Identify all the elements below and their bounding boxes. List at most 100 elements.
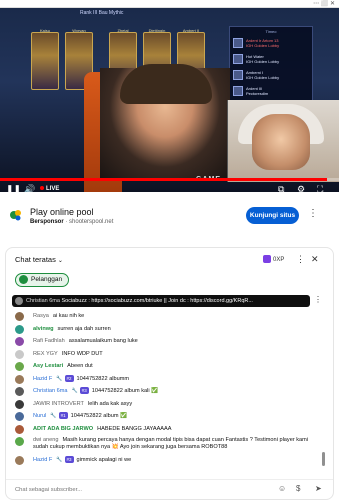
progress-bar[interactable] bbox=[0, 178, 339, 181]
pinned-message[interactable]: Christian 6ma Sociabuzz : https://sociab… bbox=[12, 295, 310, 307]
chat-author[interactable]: alvinwg bbox=[33, 326, 54, 332]
hero-card bbox=[31, 32, 59, 90]
chat-text: ai kau nih ke bbox=[52, 313, 85, 319]
more-options-icon[interactable]: ⋮ bbox=[296, 254, 305, 265]
chat-author[interactable]: Hazid F bbox=[33, 376, 52, 382]
avatar bbox=[15, 387, 24, 396]
video-player[interactable]: Rank III Bau Mythic Kaisu Wyryan Zhetal … bbox=[0, 8, 339, 192]
xp-icon bbox=[263, 255, 271, 264]
chevron-down-icon: ⌄ bbox=[57, 258, 63, 264]
player-avatar bbox=[233, 38, 243, 48]
avatar bbox=[15, 412, 24, 421]
avatar bbox=[15, 362, 24, 371]
chat-author[interactable]: REX YGY bbox=[33, 351, 58, 357]
window-controls[interactable]: ⋯ ⬜ ✕ bbox=[313, 0, 335, 7]
more-options-icon[interactable]: ⋮ bbox=[308, 208, 318, 219]
chat-author[interactable]: Nurul bbox=[33, 413, 46, 419]
chat-text: gimmick apalagi ni we bbox=[76, 457, 132, 463]
chat-author[interactable]: Hazid F bbox=[33, 457, 52, 463]
chat-message[interactable]: dwi aneng Masih kurang percaya hanya deng… bbox=[6, 435, 318, 454]
avatar bbox=[15, 337, 24, 346]
sponsored-ad[interactable]: Play online pool Bersponsor · shooterspo… bbox=[0, 199, 339, 239]
fullscreen-icon[interactable]: ⛶ bbox=[317, 182, 323, 192]
game-header: Rank III Bau Mythic bbox=[80, 10, 124, 16]
avatar bbox=[15, 349, 24, 359]
chat-message[interactable]: Hazid F 🔧 #2 1044752822 albumm bbox=[6, 373, 318, 386]
panel-row: Hot Water IGH Golden Lobby bbox=[233, 52, 309, 66]
chat-message[interactable]: Christian 6ma 🔧 #3 1044752822 album kali ✅ bbox=[6, 385, 318, 398]
send-icon[interactable]: ➤ bbox=[315, 484, 322, 493]
chat-message[interactable]: REX YGY INFO WDP DUT bbox=[6, 348, 318, 361]
chat-message[interactable]: Hazid F 🔧 #3 gimmick apalagi ni we bbox=[6, 454, 318, 467]
moderator-wrench-icon: 🔧 bbox=[56, 375, 63, 382]
avatar bbox=[15, 324, 24, 334]
moderator-wrench-icon: 🔧 bbox=[50, 413, 57, 419]
emoji-icon[interactable]: ☺ bbox=[278, 484, 286, 493]
avatar bbox=[15, 296, 23, 305]
chat-author[interactable]: Asy Lestari bbox=[33, 363, 63, 369]
super-chat-icon[interactable]: $ bbox=[296, 484, 300, 493]
chat-author[interactable]: ADIT ADA BIG JARWO bbox=[33, 426, 93, 432]
settings-icon[interactable]: ⚙ bbox=[297, 182, 305, 192]
chat-message[interactable]: alvinwg surren aja dah surren bbox=[6, 323, 318, 336]
live-indicator[interactable]: LIVE bbox=[40, 182, 59, 192]
moderator-wrench-icon: 🔧 bbox=[56, 457, 63, 463]
volume-icon[interactable]: 🔊 bbox=[24, 182, 35, 192]
chat-text: assalamualaikum bang luke bbox=[68, 338, 138, 344]
rank-badge: #1 bbox=[58, 412, 68, 420]
chat-text: Masih kurang percaya hanya dengan modal … bbox=[33, 437, 309, 450]
avatar bbox=[15, 374, 24, 384]
chat-message[interactable]: ADIT ADA BIG JARWO HABEDE BANGG JAYAAAAA bbox=[6, 423, 318, 436]
panel-row: Ardent Ir Artom 13 IGH Golden Lobby bbox=[233, 36, 309, 50]
live-chat: Chat teratas ⌄ 0XP ⋮ ✕ Pelanggan Christia… bbox=[5, 247, 334, 500]
visit-site-button[interactable]: Kunjungi situs bbox=[246, 207, 299, 224]
progress-fill bbox=[0, 178, 328, 181]
avatar bbox=[15, 424, 24, 434]
chat-author[interactable]: Rafi Fadhlah bbox=[33, 338, 65, 344]
chat-text: Abeen dut bbox=[67, 363, 93, 369]
streamer-hair bbox=[120, 64, 212, 104]
chat-message[interactable]: JAWIR INTROVERT lelih ada kak asyy bbox=[6, 398, 318, 411]
chat-author[interactable]: JAWIR INTROVERT bbox=[33, 401, 84, 407]
panel-row: Amberni I IGH Golden Lobby bbox=[233, 68, 309, 82]
chat-text: INFO WDP DUT bbox=[61, 350, 103, 357]
panel-row: Ardent III Pectoresdim bbox=[233, 84, 309, 98]
pinned-text: Sociabuzz : https://sociabuzz.com/btriuk… bbox=[61, 298, 253, 304]
avatar bbox=[15, 437, 24, 446]
chat-message[interactable]: Nurul 🔧 #1 1044752822 album ✅ bbox=[6, 410, 318, 423]
chat-author[interactable]: Rasya bbox=[33, 313, 49, 319]
browser-topbar: ⋯ ⬜ ✕ bbox=[0, 0, 339, 8]
chat-message[interactable]: Asy Lestari Abeen dut bbox=[6, 360, 318, 373]
subtitles-icon[interactable]: ⧉ bbox=[278, 182, 284, 192]
chat-mode-dropdown[interactable]: Chat teratas ⌄ bbox=[15, 255, 63, 264]
avatar bbox=[15, 312, 24, 321]
rank-badge: #3 bbox=[79, 387, 89, 395]
panel-row-text: Ardent III Pectoresdim bbox=[246, 86, 269, 96]
moderator-wrench-icon: 🔧 bbox=[71, 388, 78, 394]
members-icon bbox=[19, 274, 28, 284]
game-side-panel: Timeo Ardent Ir Artom 13 IGH Golden Lobby… bbox=[229, 26, 313, 112]
player-avatar bbox=[233, 54, 243, 64]
xp-badge[interactable]: 0XP bbox=[261, 254, 286, 266]
rank-badge: #2 bbox=[64, 374, 74, 382]
members-button[interactable]: Pelanggan bbox=[15, 273, 70, 287]
more-options-icon[interactable]: ⋮ bbox=[314, 295, 322, 304]
pause-icon[interactable]: ❚❚ bbox=[6, 182, 21, 192]
chat-header: Chat teratas ⌄ 0XP ⋮ ✕ bbox=[6, 248, 333, 270]
chat-input[interactable] bbox=[15, 484, 265, 496]
rank-badge: #3 bbox=[64, 456, 74, 464]
chat-author[interactable]: Christian 6ma bbox=[33, 388, 68, 394]
chat-message[interactable]: Rasya ai kau nih ke bbox=[6, 310, 318, 323]
chat-scrollbar[interactable] bbox=[322, 452, 325, 466]
pinned-author: Christian 6ma bbox=[26, 298, 60, 304]
panel-row-text: Amberni I IGH Golden Lobby bbox=[246, 70, 280, 80]
chat-message-list: Rasya ai kau nih ke alvinwg surren aja dah … bbox=[6, 310, 318, 467]
panel-row-text: Ardent Ir Artom 13 IGH Golden Lobby bbox=[246, 38, 280, 48]
chat-author[interactable]: dwi aneng bbox=[33, 437, 59, 443]
panel-header: Timeo bbox=[265, 29, 277, 34]
ad-title: Play online pool bbox=[30, 207, 94, 217]
close-icon[interactable]: ✕ bbox=[311, 254, 319, 265]
chat-text: 1044752822 album kali ✅ bbox=[91, 388, 159, 394]
avatar bbox=[15, 399, 24, 409]
chat-message[interactable]: Rafi Fadhlah assalamualaikum bang luke bbox=[6, 335, 318, 348]
